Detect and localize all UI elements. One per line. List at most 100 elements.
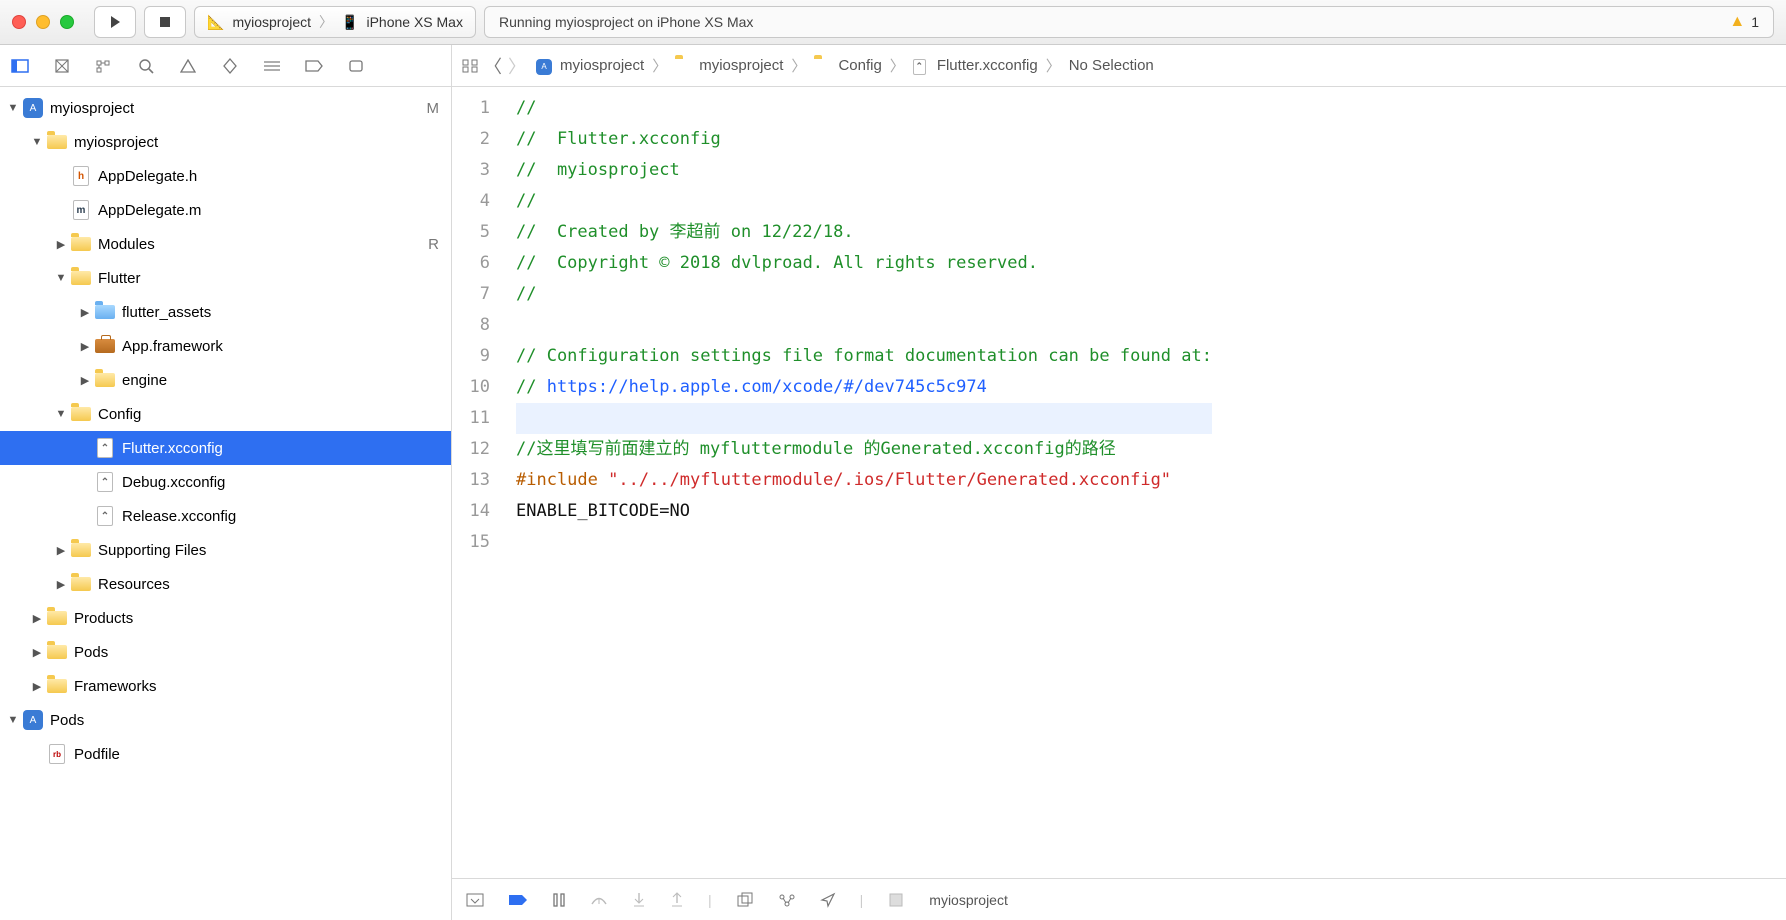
disclosure-triangle-icon[interactable]: ▶ [54, 544, 68, 557]
chevron-right-icon: 〉 [652, 55, 667, 76]
debug-bar: | | myiosproject [452, 878, 1786, 920]
issue-navigator-icon[interactable] [178, 59, 198, 73]
file-tree[interactable]: ▼AmyiosprojectM▼myiosprojecthAppDelegate… [0, 87, 451, 920]
tree-item-label: Pods [74, 644, 108, 661]
zoom-window-button[interactable] [60, 15, 74, 29]
minimize-window-button[interactable] [36, 15, 50, 29]
step-into-icon[interactable] [632, 892, 646, 908]
status-bar[interactable]: Running myiosproject on iPhone XS Max ▲ … [484, 6, 1774, 38]
run-button[interactable] [94, 6, 136, 38]
chevron-right-icon: 〉 [1046, 55, 1061, 76]
scheme-selector[interactable]: 📐 myiosproject 〉 📱 iPhone XS Max [194, 6, 476, 38]
tree-row[interactable]: ▶ModulesR [0, 227, 451, 261]
code-editor[interactable]: 123456789101112131415 //// Flutter.xccon… [452, 87, 1786, 878]
disclosure-triangle-icon[interactable]: ▼ [54, 272, 68, 284]
toolbar: 📐 myiosproject 〉 📱 iPhone XS Max Running… [0, 0, 1786, 45]
close-window-button[interactable] [12, 15, 26, 29]
disclosure-triangle-icon[interactable]: ▶ [30, 680, 44, 693]
disclosure-triangle-icon[interactable]: ▶ [30, 612, 44, 625]
tree-row[interactable]: ▼Flutter [0, 261, 451, 295]
forward-button[interactable]: 〉 [508, 53, 526, 79]
tree-item-label: Resources [98, 576, 170, 593]
scheme-app-label: myiosproject [232, 14, 311, 30]
breadcrumb-label: Config [838, 57, 881, 74]
stop-button[interactable] [144, 6, 186, 38]
breadcrumb[interactable]: Amyiosproject〉myiosproject〉Config〉⌃Flutt… [536, 55, 1154, 76]
tree-row[interactable]: mAppDelegate.m [0, 193, 451, 227]
project-navigator-icon[interactable] [10, 59, 30, 73]
window-controls [12, 15, 74, 29]
find-navigator-icon[interactable] [136, 58, 156, 74]
issues-indicator[interactable]: ▲ 1 [1729, 13, 1759, 31]
breadcrumb-segment[interactable]: Amyiosproject [536, 57, 644, 74]
breadcrumb-label: myiosproject [560, 57, 644, 74]
tree-item-label: AppDelegate.m [98, 202, 201, 219]
disclosure-triangle-icon[interactable]: ▶ [30, 646, 44, 659]
tree-row[interactable]: ▶App.framework [0, 329, 451, 363]
pause-icon[interactable] [552, 893, 566, 907]
breadcrumb-label: Flutter.xcconfig [937, 57, 1038, 74]
debug-memory-graph-icon[interactable] [778, 893, 796, 907]
back-button[interactable]: 〈 [484, 53, 502, 79]
tree-item-label: myiosproject [74, 134, 158, 151]
jump-bar: 〈 〉 Amyiosproject〉myiosproject〉Config〉⌃F… [452, 45, 1786, 87]
tree-row[interactable]: ▶Frameworks [0, 669, 451, 703]
symbol-navigator-icon[interactable] [94, 59, 114, 73]
breakpoint-navigator-icon[interactable] [304, 60, 324, 72]
tree-row[interactable]: ▼APods [0, 703, 451, 737]
process-label[interactable]: myiosproject [929, 892, 1008, 908]
disclosure-triangle-icon[interactable]: ▼ [6, 714, 20, 726]
breadcrumb-segment[interactable]: ⌃Flutter.xcconfig [913, 57, 1038, 74]
step-over-icon[interactable] [590, 893, 608, 907]
test-navigator-icon[interactable] [220, 58, 240, 74]
tree-row[interactable]: ⌃Release.xcconfig [0, 499, 451, 533]
source-control-navigator-icon[interactable] [52, 58, 72, 74]
breakpoint-toggle-icon[interactable] [508, 894, 528, 906]
tree-item-label: AppDelegate.h [98, 168, 197, 185]
debug-view-hierarchy-icon[interactable] [736, 892, 754, 908]
disclosure-triangle-icon[interactable]: ▶ [78, 340, 92, 353]
disclosure-triangle-icon[interactable]: ▼ [30, 136, 44, 148]
tree-row[interactable]: ▶ Supporting Files [0, 533, 451, 567]
disclosure-triangle-icon[interactable]: ▶ [78, 374, 92, 387]
disclosure-triangle-icon[interactable]: ▶ [54, 238, 68, 251]
tree-row[interactable]: ▼Config [0, 397, 451, 431]
status-tag: M [427, 100, 440, 117]
navigator-selector [0, 45, 451, 87]
toggle-debug-area-icon[interactable] [466, 893, 484, 907]
tree-row[interactable]: ⌃Flutter.xcconfig [0, 431, 451, 465]
navigator-sidebar: ▼AmyiosprojectM▼myiosprojecthAppDelegate… [0, 45, 452, 920]
tree-row[interactable]: rbPodfile [0, 737, 451, 771]
breadcrumb-segment[interactable]: Config [814, 57, 881, 74]
process-icon [887, 891, 905, 909]
tree-row[interactable]: hAppDelegate.h [0, 159, 451, 193]
tree-row[interactable]: ▼ myiosproject [0, 125, 451, 159]
debug-navigator-icon[interactable] [262, 60, 282, 72]
tree-item-label: Release.xcconfig [122, 508, 236, 525]
status-text: Running myiosproject on iPhone XS Max [499, 14, 753, 30]
app-icon: 📐 [207, 14, 224, 31]
tree-row[interactable]: ▶engine [0, 363, 451, 397]
tree-row[interactable]: ▶Products [0, 601, 451, 635]
disclosure-triangle-icon[interactable]: ▶ [78, 306, 92, 319]
report-navigator-icon[interactable] [346, 59, 366, 73]
disclosure-triangle-icon[interactable]: ▶ [54, 578, 68, 591]
stop-icon [159, 16, 171, 28]
warning-count: 1 [1751, 14, 1759, 30]
tree-item-label: Supporting Files [98, 542, 206, 559]
tree-item-label: Debug.xcconfig [122, 474, 225, 491]
status-tag: R [428, 236, 439, 253]
tree-row[interactable]: ▶flutter_assets [0, 295, 451, 329]
breadcrumb-segment[interactable]: No Selection [1069, 57, 1154, 74]
step-out-icon[interactable] [670, 892, 684, 908]
tree-row[interactable]: ▶ Resources [0, 567, 451, 601]
disclosure-triangle-icon[interactable]: ▼ [6, 102, 20, 114]
simulate-location-icon[interactable] [820, 892, 836, 908]
code-content[interactable]: //// Flutter.xcconfig// myiosproject////… [504, 87, 1212, 878]
tree-row[interactable]: ⌃Debug.xcconfig [0, 465, 451, 499]
disclosure-triangle-icon[interactable]: ▼ [54, 408, 68, 420]
tree-row[interactable]: ▼AmyiosprojectM [0, 91, 451, 125]
related-items-icon[interactable] [462, 59, 478, 73]
tree-row[interactable]: ▶ Pods [0, 635, 451, 669]
breadcrumb-segment[interactable]: myiosproject [675, 57, 783, 74]
